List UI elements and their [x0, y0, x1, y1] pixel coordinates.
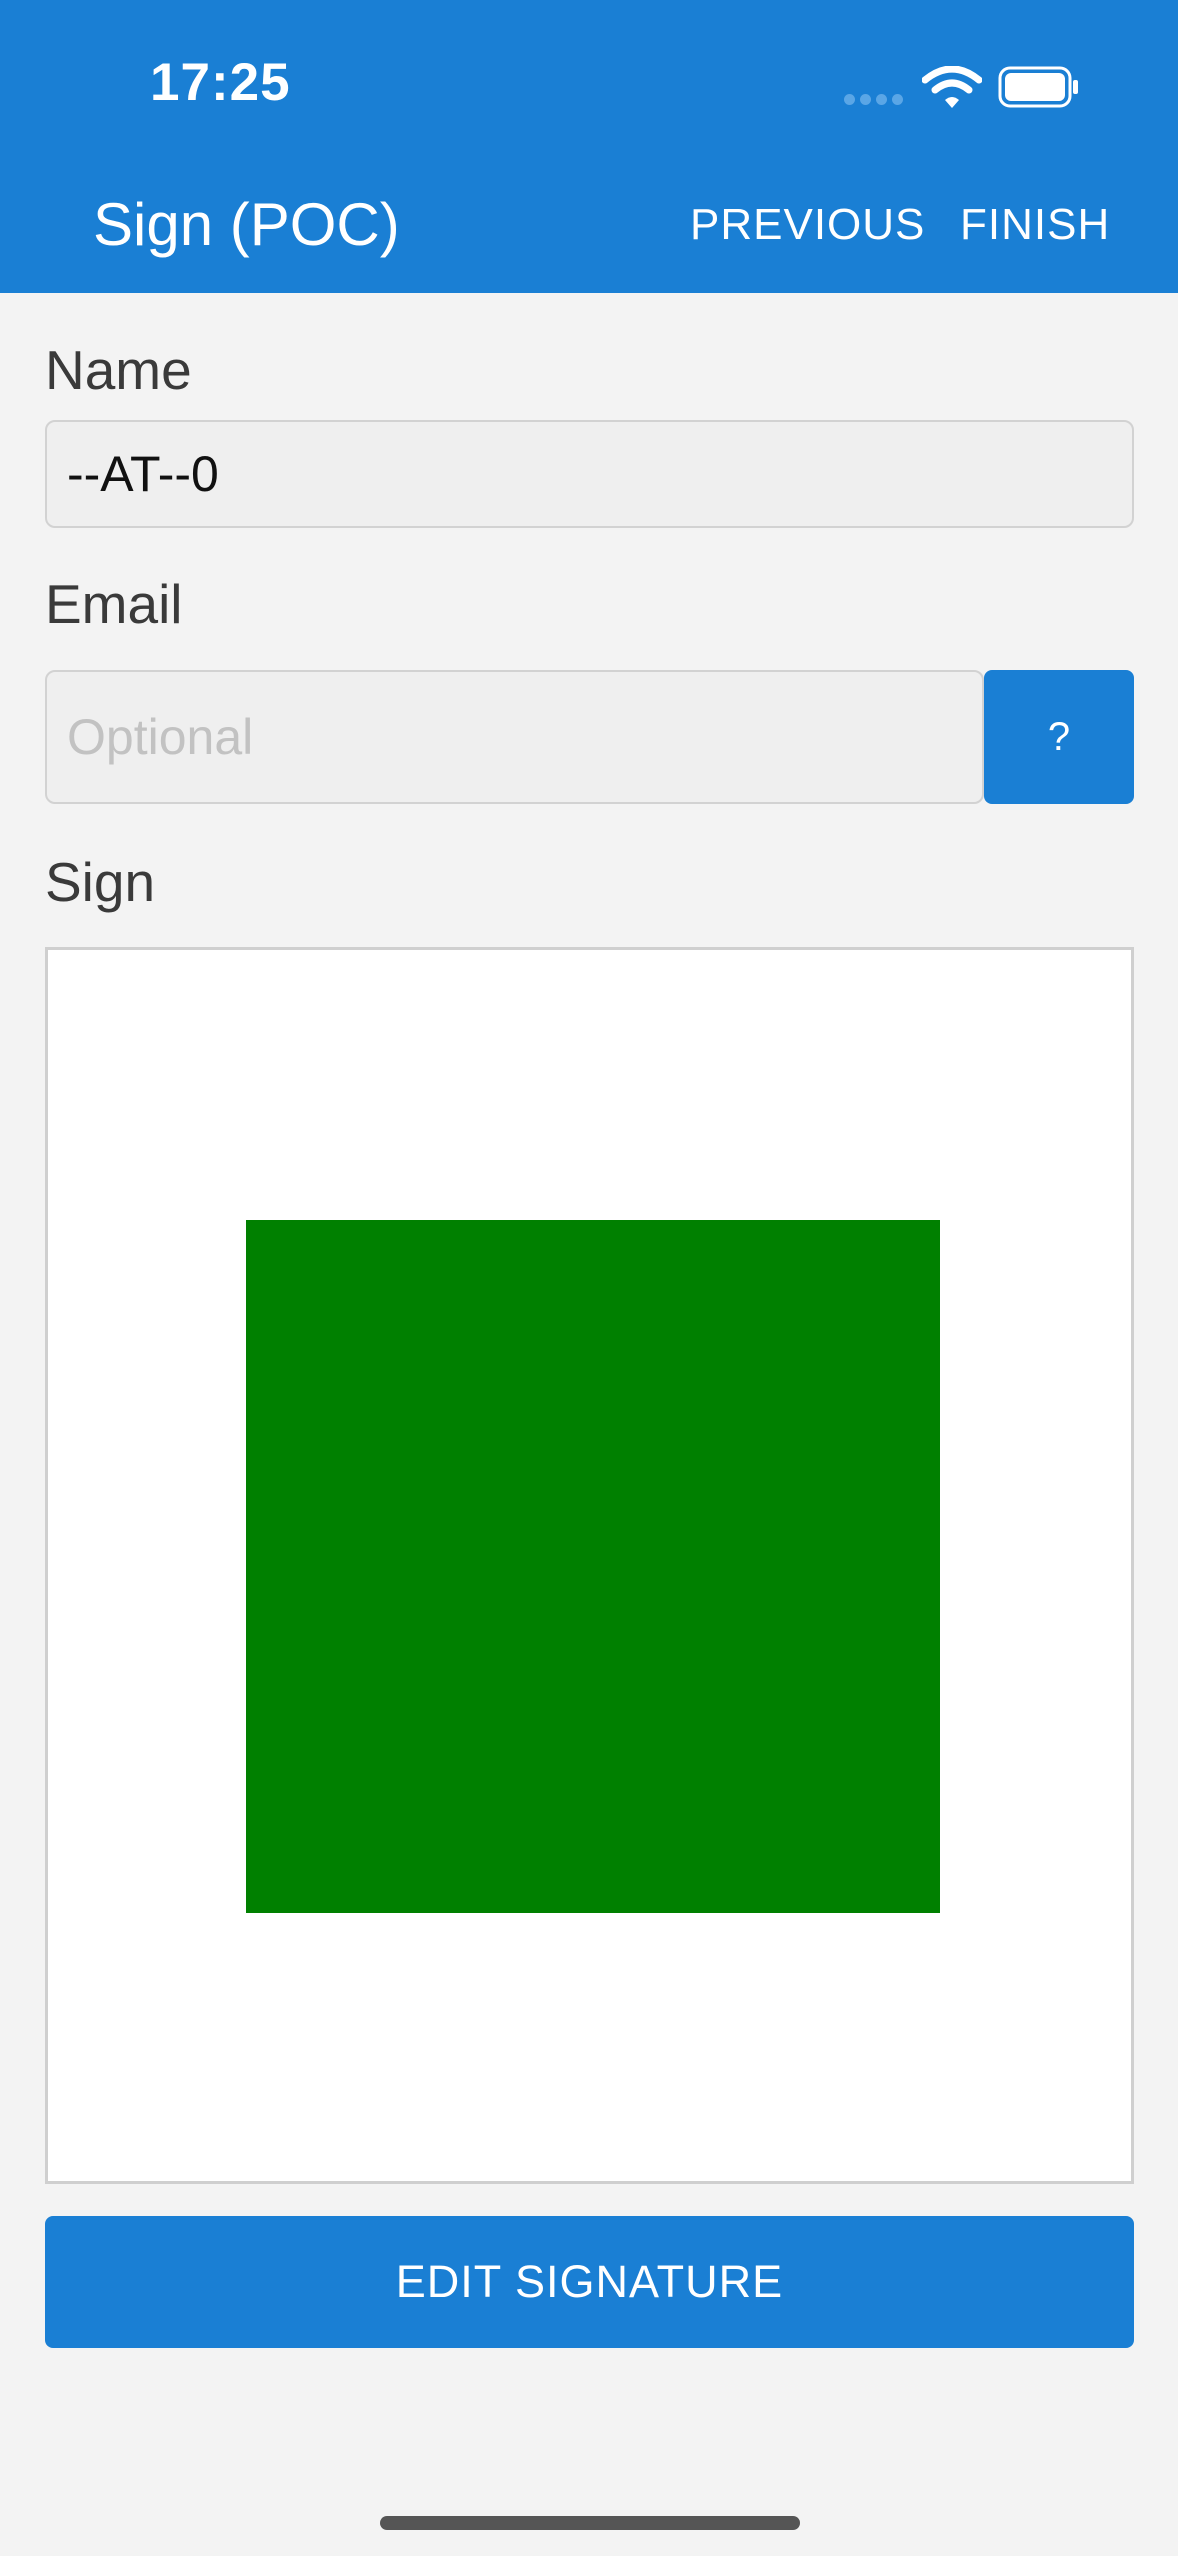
name-field[interactable] — [45, 420, 1134, 528]
sign-label: Sign — [45, 851, 156, 913]
email-label: Email — [45, 573, 183, 635]
signature-pad[interactable] — [45, 947, 1134, 2184]
name-label: Name — [45, 339, 192, 401]
status-time: 17:25 — [150, 53, 291, 112]
wifi-icon — [922, 66, 982, 108]
app-header: 17:25 Sign (POC) PREVIOUS FINISH — [0, 0, 1178, 293]
edit-signature-button[interactable]: EDIT SIGNATURE — [45, 2216, 1134, 2348]
previous-button[interactable]: PREVIOUS — [690, 200, 925, 250]
signature-image — [246, 1220, 940, 1913]
signal-dots-icon — [844, 94, 904, 106]
email-field[interactable] — [45, 670, 984, 804]
help-button[interactable]: ? — [984, 670, 1134, 804]
page-title: Sign (POC) — [93, 191, 400, 258]
finish-button[interactable]: FINISH — [960, 200, 1110, 250]
battery-icon — [998, 66, 1078, 108]
home-indicator[interactable] — [380, 2516, 800, 2530]
